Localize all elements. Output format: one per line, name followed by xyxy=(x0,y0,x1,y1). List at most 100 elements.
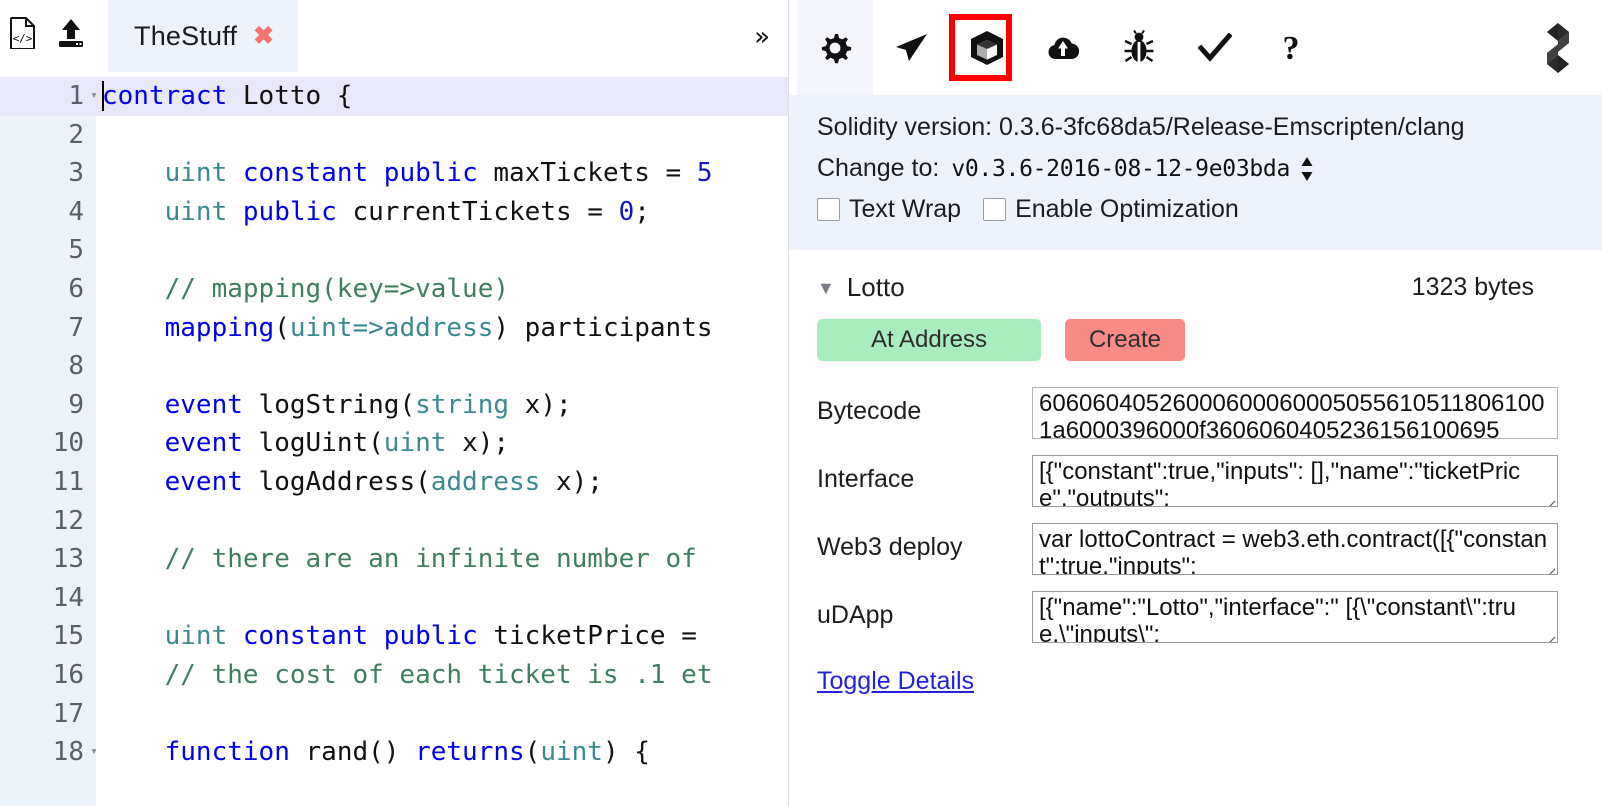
gear-icon xyxy=(821,33,852,63)
code-token: currentTickets = xyxy=(336,196,619,227)
at-address-button[interactable]: At Address xyxy=(817,319,1041,361)
version-select[interactable]: v0.3.6-2016-08-12-9e03bda xyxy=(951,156,1290,182)
code-line[interactable]: uint constant public ticketPrice = xyxy=(96,617,788,656)
right-panel: ? Solidity version: 0.3.6-3fc68da5/Relea… xyxy=(789,0,1602,806)
code-token: x); xyxy=(446,428,510,459)
toggle-details-link[interactable]: Toggle Details xyxy=(817,667,974,696)
code-line[interactable]: // the cost of each ticket is .1 et xyxy=(96,656,788,695)
tab-run[interactable] xyxy=(873,0,949,95)
svg-text:?: ? xyxy=(1283,30,1300,66)
code-line[interactable] xyxy=(96,502,788,541)
code-token: rand() xyxy=(289,737,416,768)
solidity-logo-icon[interactable] xyxy=(1532,19,1584,77)
code-content[interactable]: contract Lotto { uint constant public ma… xyxy=(96,77,788,806)
tab-settings[interactable] xyxy=(797,0,873,95)
code-token: uint xyxy=(289,312,353,343)
chevron-down-icon[interactable]: ▼ xyxy=(817,279,835,297)
code-token: x); xyxy=(540,466,603,497)
code-token: ) { xyxy=(602,737,650,768)
chevron-double-right-icon[interactable]: » xyxy=(754,22,770,52)
text-wrap-checkbox[interactable] xyxy=(817,198,840,221)
text-wrap-checkbox-group[interactable]: Text Wrap xyxy=(817,195,961,224)
close-icon[interactable]: ✖ xyxy=(253,23,274,49)
code-token: address xyxy=(383,312,494,343)
tab-support[interactable]: ? xyxy=(1253,0,1329,95)
contract-size: 1323 bytes xyxy=(1411,273,1534,301)
code-token: logAddress( xyxy=(242,466,431,497)
code-line[interactable] xyxy=(96,347,788,386)
file-tab-thestuff[interactable]: TheStuff ✖ xyxy=(108,0,298,72)
contract-name-toggle[interactable]: ▼ Lotto xyxy=(817,272,905,303)
code-token: ( xyxy=(524,737,541,768)
code-line[interactable]: event logString(string x); xyxy=(96,386,788,425)
code-token: function xyxy=(164,737,290,768)
code-token: ; xyxy=(634,196,650,227)
solidity-version-text: Solidity version: 0.3.6-3fc68da5/Release… xyxy=(817,113,1465,141)
check-icon xyxy=(1198,32,1232,62)
line-number: 10 xyxy=(52,428,84,459)
code-line[interactable]: function rand() returns(uint) { xyxy=(96,733,788,772)
resize-grip-icon[interactable] xyxy=(1542,627,1556,642)
line-number: 14 xyxy=(52,582,84,613)
code-line[interactable] xyxy=(96,579,788,618)
create-button[interactable]: Create xyxy=(1065,319,1185,361)
file-tab-label: TheStuff xyxy=(134,20,238,51)
detail-row: Web3 deploy var lottoContract = web3.eth.… xyxy=(817,523,1558,575)
code-token: returns xyxy=(415,737,525,768)
code-token: public xyxy=(383,158,478,189)
code-token: logString( xyxy=(242,389,416,420)
code-line[interactable] xyxy=(96,116,788,155)
code-token: constant xyxy=(242,621,369,652)
code-token: public xyxy=(383,621,478,652)
code-line[interactable]: event logAddress(address x); xyxy=(96,463,788,502)
remix-ide-window: </> TheStuff ✖ » 1 ▾ 2 3 4 5 6 7 8 9 10 11 12 13 14 15 1… xyxy=(0,0,1602,806)
tab-publish[interactable] xyxy=(1025,0,1101,95)
code-line[interactable]: contract Lotto { xyxy=(96,77,788,116)
line-number: 1 ▾ xyxy=(0,77,98,116)
code-line[interactable]: mapping(uint=>address) participants xyxy=(96,309,788,348)
detail-field-interface[interactable]: [{"constant":true,"inputs": [],"name":"t… xyxy=(1032,455,1558,507)
upload-icon[interactable] xyxy=(54,16,88,50)
svg-text:</>: </> xyxy=(13,32,33,45)
code-line[interactable]: event logUint(uint x); xyxy=(96,424,788,463)
resize-grip-icon[interactable] xyxy=(1542,559,1556,574)
file-code-icon[interactable]: </> xyxy=(6,16,40,50)
code-token: address xyxy=(430,466,541,497)
code-editor[interactable]: 1 ▾ 2 3 4 5 6 7 8 9 10 11 12 13 14 15 16 17 18 ▾ contract L… xyxy=(0,77,788,806)
tab-debugger[interactable] xyxy=(1101,0,1177,95)
code-line[interactable]: // there are an infinite number of xyxy=(96,540,788,579)
question-icon: ? xyxy=(1283,30,1300,66)
code-line[interactable] xyxy=(96,231,788,270)
detail-row: Interface [{"constant":true,"inputs": [],… xyxy=(817,455,1558,507)
code-line[interactable] xyxy=(96,695,788,734)
code-token: string xyxy=(415,389,510,420)
code-line[interactable]: uint public currentTickets = 0; xyxy=(96,193,788,232)
enable-optimization-checkbox[interactable] xyxy=(983,198,1007,221)
enable-optimization-checkbox-group[interactable]: Enable Optimization xyxy=(983,195,1239,224)
code-line[interactable]: uint constant public maxTickets = 5 xyxy=(96,154,788,193)
stepper-icon[interactable] xyxy=(1300,156,1314,182)
code-token: constant xyxy=(242,158,369,189)
enable-optimization-label[interactable]: Enable Optimization xyxy=(1015,195,1239,224)
detail-field-bytecode[interactable]: 60606040526000600060005055610511806100 1… xyxy=(1032,387,1558,439)
line-number: 2 xyxy=(68,119,84,150)
code-token: 5 xyxy=(696,158,713,189)
line-number: 12 xyxy=(52,505,84,536)
tab-analysis[interactable] xyxy=(1177,0,1253,95)
code-token: contract xyxy=(102,81,228,111)
text-wrap-label[interactable]: Text Wrap xyxy=(849,195,961,224)
resize-grip-icon[interactable] xyxy=(1542,491,1556,506)
detail-field-web3-deploy[interactable]: var lottoContract = web3.eth.contract([{… xyxy=(1032,523,1558,575)
code-token: => xyxy=(352,312,384,343)
code-line[interactable]: // mapping(key=>value) xyxy=(96,270,788,309)
detail-field-udapp[interactable]: [{"name":"Lotto","interface":" [{\"const… xyxy=(1032,591,1558,643)
tab-compile[interactable] xyxy=(949,0,1025,95)
